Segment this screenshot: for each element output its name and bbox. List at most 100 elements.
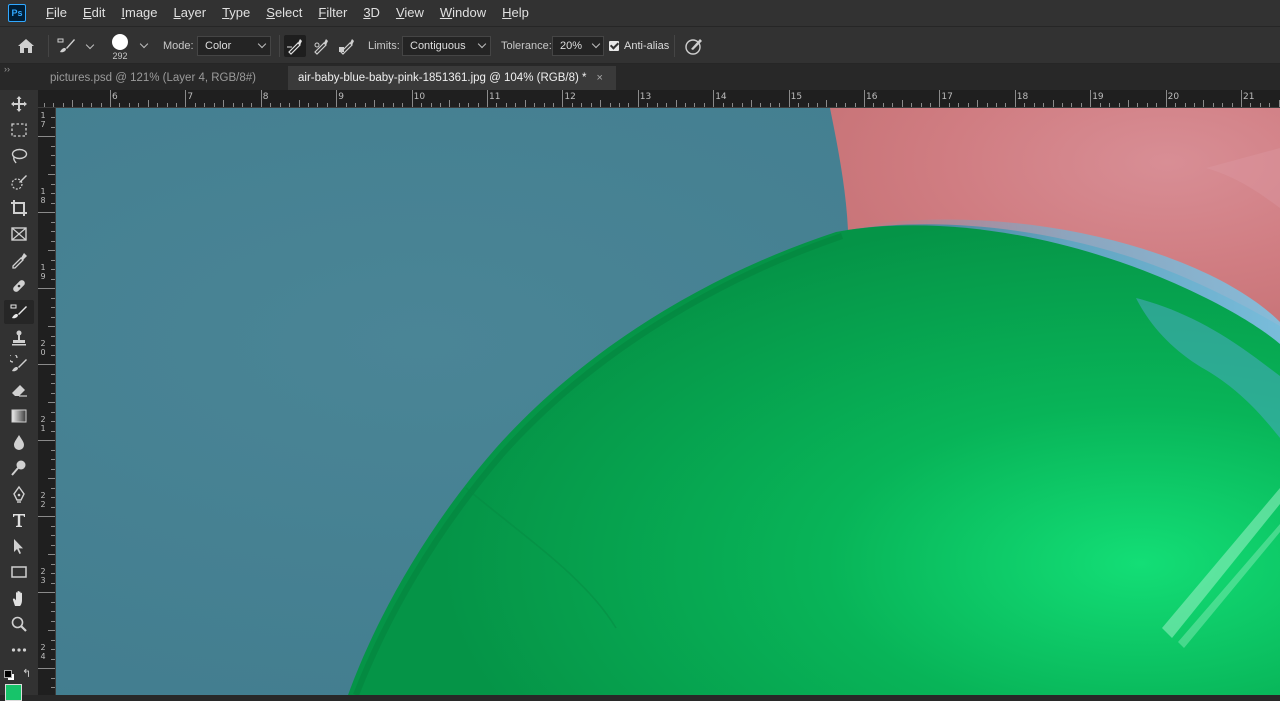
healing-brush-tool[interactable] [4, 274, 34, 298]
ruler-tick [684, 103, 686, 107]
menu-select[interactable]: Select [258, 0, 310, 26]
menu-image[interactable]: Image [113, 0, 165, 26]
ruler-tick [51, 345, 55, 346]
menu-help[interactable]: Help [494, 0, 537, 26]
collapse-panels-icon[interactable]: ›› [4, 64, 10, 74]
horizontal-ruler[interactable]: 6 7 8 9 10 11 12 13 14 15 16 17 18 19 20 21 [38, 90, 1280, 108]
ruler-tick [51, 221, 55, 223]
type-tool[interactable] [4, 508, 34, 532]
clone-stamp-tool[interactable] [4, 326, 34, 350]
ruler-tick [458, 103, 460, 107]
menu-3d[interactable]: 3D [355, 0, 388, 26]
ruler-tick [373, 100, 375, 107]
ruler-tick [51, 430, 55, 432]
menu-window[interactable]: Window [432, 0, 494, 26]
gradient-tool-icon [11, 409, 27, 423]
ruler-tick [51, 487, 55, 489]
sampling-once-icon [314, 39, 328, 55]
menu-edit[interactable]: Edit [75, 0, 113, 26]
ruler-label: 10 [413, 92, 426, 102]
tolerance-field[interactable]: 20% [552, 36, 604, 56]
zoom-tool[interactable] [4, 612, 34, 636]
rectangle-tool[interactable] [4, 560, 34, 584]
ruler-tick [524, 100, 526, 107]
quick-selection-tool[interactable] [4, 170, 34, 194]
crop-tool[interactable] [4, 196, 34, 220]
home-button[interactable] [16, 27, 36, 65]
foreground-color-swatch[interactable] [5, 684, 22, 701]
ruler-tick [51, 563, 55, 565]
ruler-label: 17 [40, 111, 46, 129]
history-brush-tool[interactable] [4, 352, 34, 376]
eraser-tool[interactable] [4, 378, 34, 402]
mode-dropdown[interactable]: Color [197, 36, 271, 56]
ruler-tick [732, 103, 734, 107]
lasso-tool[interactable] [4, 144, 34, 168]
brush-size-picker[interactable]: 292 [112, 27, 149, 65]
sampling-continuous-button[interactable] [284, 27, 306, 65]
edit-toolbar-button[interactable] [4, 638, 34, 662]
swap-colors-icon[interactable]: ↰ [22, 667, 31, 680]
limits-value: Contiguous [410, 40, 466, 52]
ruler-tick [543, 103, 545, 107]
ruler-tick [298, 100, 300, 107]
pen-tool[interactable] [4, 482, 34, 506]
marquee-tool[interactable] [4, 118, 34, 142]
menu-type[interactable]: Type [214, 0, 258, 26]
ruler-tick [402, 103, 404, 107]
sampling-background-swatch-button[interactable] [338, 27, 356, 65]
antialias-checkbox[interactable]: Anti-alias [609, 27, 669, 65]
vertical-ruler[interactable]: 17 18 19 20 21 22 23 24 [38, 108, 56, 695]
menu-layer[interactable]: Layer [166, 0, 215, 26]
ruler-label: 22 [40, 491, 46, 509]
tool-preset-picker[interactable] [56, 27, 95, 65]
type-tool-icon [13, 514, 25, 527]
menu-filter[interactable]: Filter [310, 0, 355, 26]
ruler-tick [1127, 100, 1129, 107]
menu-file[interactable]: File [38, 0, 75, 26]
ruler-tick [694, 103, 696, 107]
close-icon[interactable]: × [596, 72, 602, 84]
ruler-tick [1175, 103, 1176, 107]
blur-tool[interactable] [4, 430, 34, 454]
frame-tool[interactable] [4, 222, 34, 246]
pressure-size-icon [685, 39, 702, 55]
options-bar: 292 Mode: Color Limits: Contiguous Toler… [0, 26, 1280, 64]
ruler-tick [986, 103, 988, 107]
ruler-tick [242, 103, 243, 107]
dodge-tool[interactable] [4, 456, 34, 480]
ruler-tick [854, 103, 856, 107]
gradient-tool[interactable] [4, 404, 34, 428]
limits-dropdown[interactable]: Contiguous [402, 36, 491, 56]
tab-air-baby-blue-jpg[interactable]: air-baby-blue-baby-pink-1851361.jpg @ 10… [288, 66, 616, 90]
ruler-tick [713, 90, 715, 107]
ruler-tick [81, 103, 83, 107]
canvas-image[interactable] [56, 108, 1280, 695]
eyedropper-tool[interactable] [4, 248, 34, 272]
path-selection-tool[interactable] [4, 534, 34, 558]
ruler-label: 11 [489, 92, 501, 102]
ruler-tick [51, 373, 55, 375]
pressure-button[interactable] [684, 27, 704, 65]
ruler-tick [1165, 90, 1167, 107]
chevron-down-icon [477, 39, 487, 49]
document-canvas[interactable] [56, 108, 1280, 695]
rectangle-tool-icon [11, 566, 27, 578]
ruler-tick [213, 103, 215, 107]
menu-view[interactable]: View [388, 0, 432, 26]
ruler-tick [38, 668, 55, 669]
chevron-down-icon [591, 39, 601, 49]
color-replacement-tool[interactable] [4, 300, 34, 324]
crop-tool-icon [11, 200, 27, 216]
eraser-tool-icon [12, 385, 27, 397]
ruler-tick [51, 601, 55, 603]
move-tool[interactable] [4, 92, 34, 116]
default-colors-icon[interactable] [4, 670, 15, 681]
ruler-tick [62, 103, 64, 107]
tab-pictures-psd[interactable]: pictures.psd @ 121% (Layer 4, RGB/8#) *× [40, 66, 286, 108]
ruler-tick [430, 103, 432, 107]
hand-tool[interactable] [4, 586, 34, 610]
move-tool-icon [11, 96, 27, 112]
sampling-once-button[interactable] [312, 27, 330, 65]
ruler-tick [51, 573, 55, 574]
